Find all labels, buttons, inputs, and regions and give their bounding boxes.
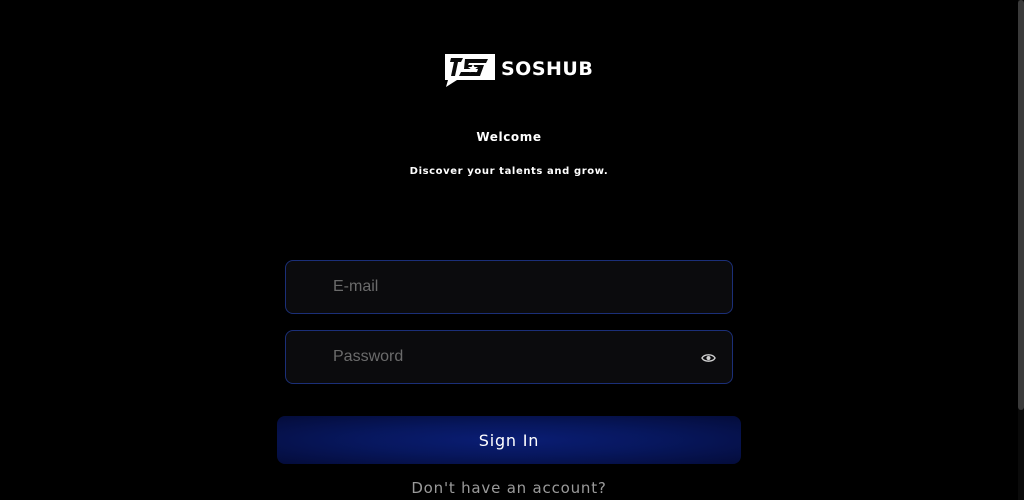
page-subtitle: Discover your talents and grow. (409, 166, 609, 177)
scrollbar-thumb[interactable] (1018, 0, 1024, 410)
email-field-container (285, 260, 733, 314)
signup-link[interactable]: Don't have an account? (0, 479, 1018, 497)
scrollbar[interactable] (1018, 0, 1024, 500)
password-field[interactable] (286, 331, 732, 383)
brand-logo: SOSHUB (443, 50, 593, 88)
soshub-logo-icon (445, 54, 495, 87)
brand-name: SOSHUB (501, 58, 594, 80)
email-field[interactable] (286, 261, 732, 313)
page-title: Welcome (476, 130, 542, 144)
sign-in-button[interactable]: Sign In (277, 416, 741, 464)
password-field-container (285, 330, 733, 384)
eye-icon[interactable] (701, 352, 716, 364)
